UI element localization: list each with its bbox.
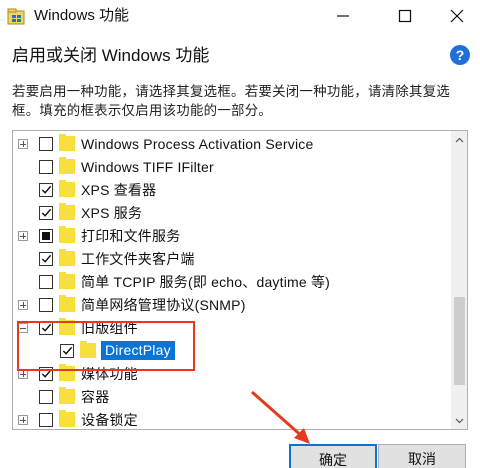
dialog-heading: 启用或关闭 Windows 功能: [12, 46, 210, 65]
expand-icon[interactable]: [18, 231, 28, 241]
minimize-button[interactable]: [320, 0, 366, 32]
folder-icon: [59, 203, 75, 220]
feature-checkbox[interactable]: [39, 206, 53, 220]
feature-label: 简单网络管理协议(SNMP): [81, 297, 246, 313]
expand-icon[interactable]: [18, 415, 28, 425]
window-title: Windows 功能: [34, 7, 130, 24]
folder-icon: [59, 157, 75, 174]
folder-icon: [59, 249, 75, 266]
feature-label: 容器: [81, 389, 110, 405]
maximize-icon: [398, 9, 412, 23]
folder-icon: [59, 272, 75, 289]
annotation-highlight-box: [17, 321, 195, 371]
feature-checkbox[interactable]: [39, 390, 53, 404]
annotation-arrow-icon: [251, 390, 310, 444]
title-bar: Windows 功能: [0, 0, 480, 34]
feature-label: XPS 查看器: [81, 182, 157, 198]
feature-row[interactable]: 设备锁定: [13, 409, 451, 429]
feature-row[interactable]: Windows TIFF IFilter: [13, 156, 451, 179]
feature-row[interactable]: XPS 服务: [13, 202, 451, 225]
close-icon: [450, 9, 464, 23]
feature-checkbox[interactable]: [39, 275, 53, 289]
feature-row[interactable]: 简单 TCPIP 服务(即 echo、daytime 等): [13, 271, 451, 294]
features-tree[interactable]: Windows Process Activation Service Window…: [12, 130, 468, 430]
scroll-up-button[interactable]: [451, 131, 467, 148]
checkmark-icon: [41, 208, 52, 217]
folder-icon: [59, 226, 75, 243]
scrollbar-thumb[interactable]: [454, 297, 465, 385]
feature-checkbox[interactable]: [39, 298, 53, 312]
feature-label: 工作文件夹客户端: [81, 251, 195, 267]
ok-button[interactable]: 确定: [289, 444, 377, 468]
expand-icon[interactable]: [18, 300, 28, 310]
feature-row[interactable]: 打印和文件服务: [13, 225, 451, 248]
feature-label: Windows TIFF IFilter: [81, 159, 214, 175]
folder-icon: [59, 410, 75, 427]
folder-icon: [59, 180, 75, 197]
feature-checkbox[interactable]: [39, 252, 53, 266]
feature-checkbox[interactable]: [39, 183, 53, 197]
feature-label: 打印和文件服务: [81, 228, 181, 244]
feature-checkbox[interactable]: [39, 229, 53, 243]
feature-row[interactable]: 简单网络管理协议(SNMP): [13, 294, 451, 317]
folder-icon: [59, 134, 75, 151]
minimize-icon: [337, 15, 349, 17]
folder-icon: [59, 295, 75, 312]
feature-checkbox[interactable]: [39, 137, 53, 151]
maximize-button[interactable]: [382, 0, 428, 32]
feature-label: 简单 TCPIP 服务(即 echo、daytime 等): [81, 274, 331, 290]
feature-row[interactable]: XPS 查看器: [13, 179, 451, 202]
checkmark-icon: [41, 254, 52, 263]
feature-checkbox[interactable]: [39, 413, 53, 427]
scroll-down-button[interactable]: [451, 412, 467, 429]
feature-label: XPS 服务: [81, 205, 143, 221]
close-button[interactable]: [434, 0, 480, 32]
feature-label: Windows Process Activation Service: [81, 136, 314, 152]
windows-features-icon: [7, 8, 25, 25]
feature-label: 设备锁定: [81, 412, 138, 428]
checkmark-icon: [41, 185, 52, 194]
feature-row[interactable]: 容器: [13, 386, 451, 409]
expand-icon[interactable]: [18, 139, 28, 149]
chevron-down-icon: [455, 418, 464, 423]
chevron-up-icon: [455, 137, 464, 142]
feature-checkbox[interactable]: [39, 160, 53, 174]
folder-icon: [59, 387, 75, 404]
windows-features-dialog: Windows 功能 启用或关闭 Windows 功能 ? 若要启用一种功能，请…: [0, 0, 480, 468]
help-icon[interactable]: ?: [450, 45, 470, 65]
dialog-description: 若要启用一种功能，请选择其复选框。若要关闭一种功能，请清除其复选框。填充的框表示…: [12, 84, 451, 118]
feature-row[interactable]: Windows Process Activation Service: [13, 133, 451, 156]
cancel-button[interactable]: 取消: [378, 444, 466, 468]
vertical-scrollbar[interactable]: [451, 131, 467, 429]
feature-row[interactable]: 工作文件夹客户端: [13, 248, 451, 271]
